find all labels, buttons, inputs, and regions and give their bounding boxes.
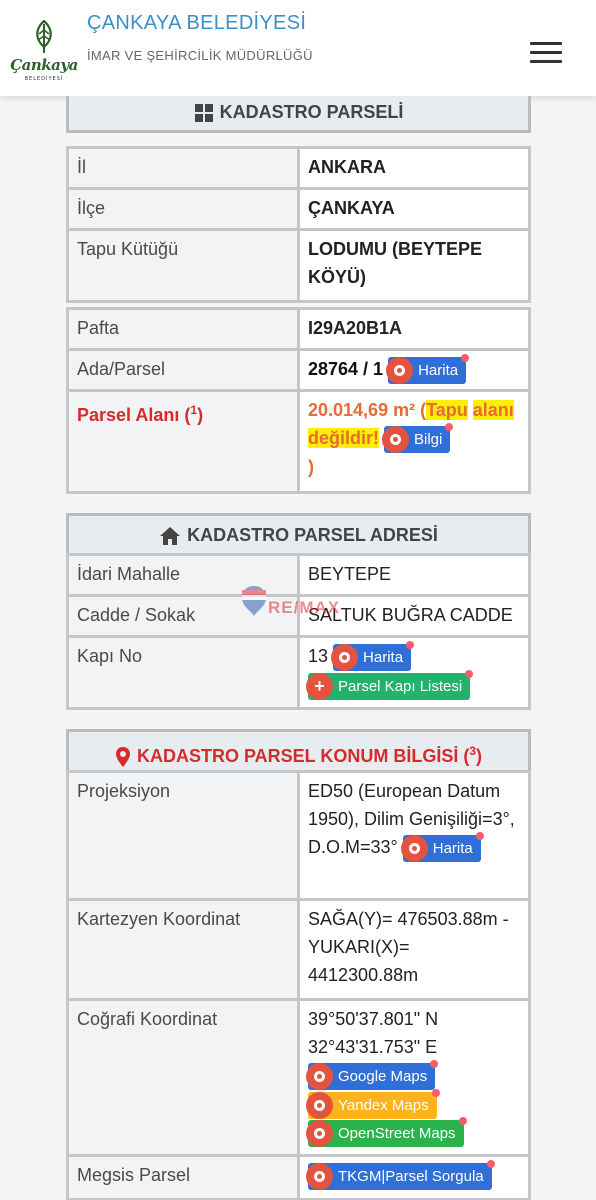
cankaya-logo[interactable]: Çankaya BELEDİYESİ [8, 20, 80, 86]
parsel-kapi-listesi-button[interactable]: Parsel Kapı Listesi [306, 669, 474, 700]
location-title-paren: ) [476, 746, 483, 766]
kartezyen-value: SAĞA(Y)= 476503.88m - YUKARI(X)= 4412300… [297, 898, 531, 1001]
ada-harita-button[interactable]: Harita [386, 353, 470, 384]
table-row: Projeksiyon ED50 (European Datum 1950), … [66, 770, 531, 901]
leaf-icon [36, 20, 52, 53]
logo-text: Çankaya [10, 56, 78, 74]
pafta-label: Pafta [66, 307, 300, 351]
address-table: İdari Mahalle BEYTEPE Cadde / Sokak SALT… [66, 553, 531, 710]
kapi-harita-label: Harita [363, 648, 404, 666]
globe-icon [306, 1062, 333, 1090]
location-section-header: KADASTRO PARSEL KONUM BİLGİSİ (3) [66, 729, 531, 773]
il-label: İl [66, 146, 300, 190]
google-maps-button[interactable]: Google Maps [306, 1059, 439, 1090]
parcel-section-header: KADASTRO PARSELİ [66, 96, 531, 133]
department-subtitle: İMAR VE ŞEHİRCİLİK MÜDÜRLÜĞÜ [87, 48, 313, 63]
municipality-title: ÇANKAYA BELEDİYESİ [87, 12, 307, 34]
parcel-section-title: KADASTRO PARSELİ [219, 102, 404, 122]
home-icon [159, 526, 181, 546]
yandex-maps-button[interactable]: Yandex Maps [306, 1088, 440, 1119]
kapi-cell: 13 Harita Parsel Kapı Listesi [297, 635, 531, 710]
parsel-alani-value: 20.014,69 m² [308, 400, 416, 420]
kapi-listesi-label: Parsel Kapı Listesi [338, 677, 463, 695]
kapi-value: 13 [308, 646, 329, 666]
cografi-label: Coğrafi Koordinat [66, 998, 300, 1157]
table-row: Megsis Parsel TKGM|Parsel Sorgula [66, 1154, 531, 1200]
ada-parsel-label: Ada/Parsel [66, 348, 300, 392]
location-table: Projeksiyon ED50 (European Datum 1950), … [66, 770, 531, 1200]
tapu-warning-1: Tapu [426, 400, 468, 420]
table-row: Pafta I29A20B1A [66, 307, 531, 351]
megsis-cell: TKGM|Parsel Sorgula [297, 1154, 531, 1200]
remax-watermark: RE/MAX [240, 584, 360, 618]
ada-parsel-value: 28764 / 1 [308, 359, 384, 379]
address-section-title: KADASTRO PARSEL ADRESİ [187, 525, 438, 545]
pafta-value: I29A20B1A [297, 307, 531, 351]
globe-icon [306, 1091, 333, 1119]
ada-harita-label: Harita [418, 361, 459, 379]
table-row: İl ANKARA [66, 146, 531, 190]
globe-icon [382, 425, 410, 453]
ada-parsel-cell: 28764 / 1 Harita [297, 348, 531, 392]
kartezyen-label: Kartezyen Koordinat [66, 898, 300, 1001]
ilce-value: ÇANKAYA [297, 187, 531, 231]
open-paren: ( [415, 400, 427, 420]
cografi-e: 32°43'31.753" E [308, 1037, 438, 1057]
kapi-harita-button[interactable]: Harita [331, 640, 415, 671]
parsel-alani-paren: ) [197, 405, 204, 425]
hamburger-menu-icon[interactable] [526, 38, 566, 66]
close-paren: ) [308, 456, 314, 477]
parcel-info-table: İl ANKARA İlçe ÇANKAYA Tapu Kütüğü LODUM… [66, 146, 531, 303]
cografi-n: 39°50'37.801" N [308, 1009, 439, 1029]
globe-icon [306, 1120, 333, 1148]
balloon-icon [242, 586, 266, 616]
bilgi-label: Bilgi [414, 430, 443, 448]
table-row: Tapu Kütüğü LODUMU (BEYTEPE KÖYÜ) [66, 228, 531, 303]
il-value: ANKARA [297, 146, 531, 190]
projeksiyon-label: Projeksiyon [66, 770, 300, 901]
globe-icon [331, 643, 359, 671]
kapi-label: Kapı No [66, 635, 300, 710]
logo-subtext: BELEDİYESİ [24, 76, 64, 82]
openstreet-maps-button[interactable]: OpenStreet Maps [306, 1117, 467, 1148]
tkgm-parsel-sorgula-button[interactable]: TKGM|Parsel Sorgula [306, 1159, 495, 1190]
table-row: Ada/Parsel 28764 / 1 Harita [66, 348, 531, 392]
tapu-label: Tapu Kütüğü [66, 228, 300, 303]
ilce-label: İlçe [66, 187, 300, 231]
map-pin-icon [115, 746, 131, 768]
table-row: Coğrafi Koordinat 39°50'37.801" N 32°43'… [66, 998, 531, 1157]
grid-icon [194, 103, 214, 123]
location-section-title: KADASTRO PARSEL KONUM BİLGİSİ ( [136, 746, 470, 766]
parsel-alani-label: Parsel Alanı ( [77, 405, 191, 425]
tapu-value: LODUMU (BEYTEPE KÖYÜ) [297, 228, 531, 303]
proj-harita-label: Harita [432, 839, 473, 857]
google-maps-label: Google Maps [338, 1067, 428, 1085]
cografi-cell: 39°50'37.801" N 32°43'31.753" E Google M… [297, 998, 531, 1157]
megsis-label: Megsis Parsel [66, 1154, 300, 1200]
table-row: Parsel Alanı (1) 20.014,69 m² (Tapu alan… [66, 389, 531, 494]
plus-icon [306, 672, 333, 700]
globe-icon [306, 1162, 333, 1190]
address-section-header: KADASTRO PARSEL ADRESİ [66, 513, 531, 556]
app-header: Çankaya BELEDİYESİ ÇANKAYA BELEDİYESİ İM… [0, 0, 596, 96]
parsel-alani-label-cell: Parsel Alanı (1) [66, 389, 300, 494]
projeksiyon-cell: ED50 (European Datum 1950), Dilim Genişi… [297, 770, 531, 901]
table-row: Kapı No 13 Harita Parsel Kapı Listesi [66, 635, 531, 710]
table-row: İlçe ÇANKAYA [66, 187, 531, 231]
bilgi-button[interactable]: Bilgi [382, 422, 454, 453]
tkgm-label: TKGM|Parsel Sorgula [338, 1167, 484, 1185]
parcel-detail-table: Pafta I29A20B1A Ada/Parsel 28764 / 1 Har… [66, 307, 531, 494]
location-footnote: 3 [469, 744, 477, 758]
globe-icon [400, 834, 428, 862]
watermark-text: RE/MAX [268, 598, 341, 617]
globe-icon [386, 356, 414, 384]
table-row: Kartezyen Koordinat SAĞA(Y)= 476503.88m … [66, 898, 531, 1001]
parsel-alani-cell: 20.014,69 m² (Tapu alanı değildir! Bilgi… [297, 389, 531, 494]
openstreet-maps-label: OpenStreet Maps [338, 1125, 456, 1143]
proj-harita-button[interactable]: Harita [400, 831, 484, 862]
yandex-maps-label: Yandex Maps [338, 1096, 429, 1114]
